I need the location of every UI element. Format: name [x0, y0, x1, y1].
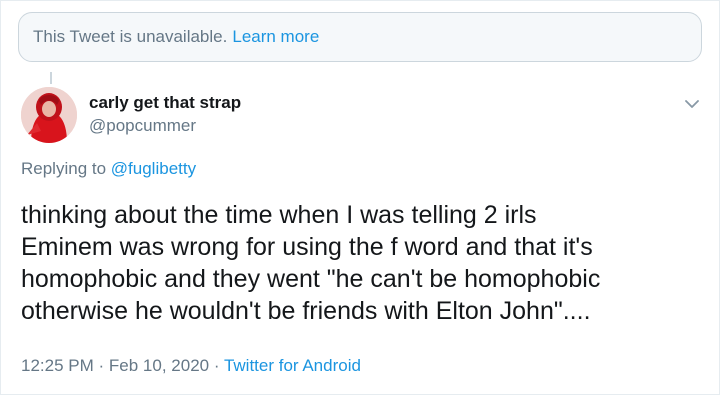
tweet-text: thinking about the time when I was telli… [21, 199, 711, 327]
avatar[interactable] [21, 87, 77, 143]
tweet-source-link[interactable]: Twitter for Android [224, 356, 361, 375]
learn-more-link[interactable]: Learn more [232, 27, 319, 47]
meta-separator: · [213, 356, 220, 375]
tweet-time[interactable]: 12:25 PM [21, 356, 94, 375]
tweet-page: This Tweet is unavailable. Learn more ca… [0, 0, 720, 395]
tweet-text-line: Eminem was wrong for using the f word an… [21, 233, 593, 261]
unavailable-tweet-notice: This Tweet is unavailable. Learn more [18, 12, 702, 62]
tweet-metadata: 12:25 PM · Feb 10, 2020 · Twitter for An… [21, 355, 361, 377]
display-name[interactable]: carly get that strap [89, 93, 241, 113]
tweet-date[interactable]: Feb 10, 2020 [109, 356, 209, 375]
tweet-text-line: thinking about the time when I was telli… [21, 201, 537, 229]
unavailable-text: This Tweet is unavailable. [33, 27, 228, 46]
thread-connector-line [50, 72, 52, 84]
tweet-text-line: otherwise he wouldn't be friends with El… [21, 297, 591, 325]
reply-mention-link[interactable]: @fuglibetty [111, 159, 196, 178]
user-info: carly get that strap @popcummer [89, 93, 241, 137]
tweet-text-line: homophobic and they went "he can't be ho… [21, 265, 601, 293]
avatar-image [21, 87, 77, 143]
chevron-down-icon[interactable] [681, 93, 703, 115]
meta-separator: · [98, 356, 105, 375]
replying-to: Replying to @fuglibetty [21, 158, 196, 180]
replying-to-label: Replying to [21, 159, 107, 178]
user-handle[interactable]: @popcummer [89, 115, 241, 137]
